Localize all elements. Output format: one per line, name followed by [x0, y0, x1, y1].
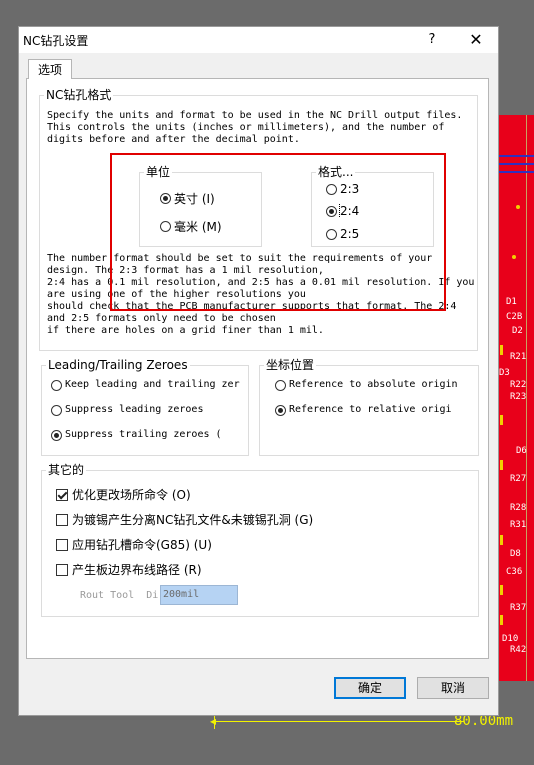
- pcb-label: D6: [516, 446, 527, 456]
- units-mm-radio[interactable]: 毫米 (M): [160, 218, 222, 235]
- pcb-label: C36: [506, 567, 523, 577]
- pcb-via: [512, 255, 516, 259]
- checkbox-label: 优化更改场所命令 (O): [72, 488, 191, 502]
- slot-command-checkbox[interactable]: 应用钻孔槽命令(G85) (U): [56, 536, 212, 553]
- radio-label: Suppress leading zeroes: [65, 404, 204, 415]
- pcb-label: D3: [499, 368, 510, 378]
- checkbox-box-icon: [56, 488, 68, 501]
- coordinate-group: 坐标位置 Reference to absolute origin Refere…: [259, 357, 479, 456]
- other-group: 其它的 优化更改场所命令 (O) 为镀锡产生分离NC钻孔文件&未镀锡孔洞 (G)…: [41, 462, 479, 617]
- pcb-label: R42: [510, 645, 527, 655]
- pcb-pad: [500, 615, 503, 625]
- radio-circle-icon: [51, 429, 62, 441]
- pcb-label: D1: [506, 297, 517, 307]
- format-group: 格式... 2:3 2:4 2:5: [311, 164, 434, 247]
- pcb-label: R27: [510, 474, 527, 484]
- dimension-rule: [216, 721, 464, 722]
- radio-circle-icon: [275, 379, 286, 391]
- format-description: Specify the units and format to be used …: [47, 110, 463, 145]
- radio-label: Suppress trailing zeroes (: [65, 429, 222, 440]
- options-tab-page: NC钻孔格式 Specify the units and format to b…: [26, 78, 489, 659]
- pcb-label: R31: [510, 520, 527, 530]
- relative-origin-radio[interactable]: Reference to relative origi: [275, 404, 475, 416]
- title-bar: NC钻孔设置 ? ✕: [19, 27, 498, 53]
- radio-circle-icon: [326, 228, 337, 240]
- pcb-label: D10: [502, 634, 519, 644]
- radio-label: Keep leading and trailing zer: [65, 379, 240, 390]
- radio-label: 英寸 (I): [174, 192, 215, 206]
- checkbox-box-icon: [56, 563, 68, 576]
- radio-circle-icon: [275, 404, 286, 416]
- pcb-label: R28: [510, 503, 527, 513]
- radio-label: Reference to relative origi: [289, 404, 452, 415]
- pcb-pad: [500, 345, 503, 355]
- pcb-label: D8: [510, 549, 521, 559]
- radio-label: 毫米 (M): [174, 220, 222, 234]
- pcb-canvas-fragment: D1 C2B D2 R21 D3 R22 R23 D6 R27 R28 R31 …: [498, 115, 534, 681]
- board-edge-rout-checkbox[interactable]: 产生板边界布线路径 (R): [56, 561, 202, 578]
- optimize-location-checkbox[interactable]: 优化更改场所命令 (O): [56, 486, 191, 503]
- rout-tool-label: Rout Tool Di:: [80, 590, 165, 601]
- group-title: 其它的: [46, 462, 87, 478]
- nc-drill-format-group: NC钻孔格式 Specify the units and format to b…: [39, 87, 478, 351]
- pcb-via: [516, 205, 520, 209]
- format-note: The number format should be set to suit …: [47, 253, 475, 336]
- suppress-leading-radio[interactable]: Suppress leading zeroes: [51, 404, 241, 416]
- radio-circle-icon: [326, 183, 337, 195]
- cancel-button[interactable]: 取消: [417, 677, 489, 699]
- group-title: 单位: [144, 164, 173, 180]
- absolute-origin-radio[interactable]: Reference to absolute origin: [275, 379, 475, 391]
- group-title: 格式...: [316, 164, 356, 180]
- separate-plated-checkbox[interactable]: 为镀锡产生分离NC钻孔文件&未镀锡孔洞 (G): [56, 511, 313, 528]
- pcb-pad: [500, 535, 503, 545]
- pcb-label: R22: [510, 380, 527, 390]
- help-button[interactable]: ?: [421, 30, 443, 50]
- checkbox-label: 产生板边界布线路径 (R): [72, 563, 202, 577]
- radio-circle-icon: [160, 221, 171, 232]
- format-2-4-radio[interactable]: 2:4: [326, 204, 360, 218]
- radio-circle-icon: [160, 193, 171, 204]
- checkbox-label: 应用钻孔槽命令(G85) (U): [72, 538, 212, 552]
- group-title: Leading/Trailing Zeroes: [46, 357, 190, 373]
- pcb-pad: [500, 460, 503, 470]
- pcb-label: R21: [510, 352, 527, 362]
- radio-circle-icon: [51, 379, 62, 391]
- tab-options[interactable]: 选项: [28, 59, 72, 79]
- group-title: 坐标位置: [264, 357, 317, 373]
- pcb-label: D2: [512, 326, 523, 336]
- close-button[interactable]: ✕: [464, 30, 488, 50]
- suppress-trailing-radio[interactable]: Suppress trailing zeroes (: [51, 429, 241, 441]
- radio-circle-icon: [326, 205, 337, 217]
- dimension-line: ◂ 80.00mm: [210, 713, 534, 729]
- pcb-label: C2B: [506, 312, 523, 322]
- ok-button[interactable]: 确定: [334, 677, 406, 699]
- window-title: NC钻孔设置: [23, 34, 89, 48]
- pcb-pad: [500, 415, 503, 425]
- units-group: 单位 英寸 (I) 毫米 (M): [139, 164, 262, 247]
- pcb-track: [498, 171, 534, 173]
- rout-tool-diameter-input[interactable]: 200mil: [160, 585, 238, 605]
- zeroes-group: Leading/Trailing Zeroes Keep leading and…: [41, 357, 249, 456]
- pcb-label: R37: [510, 603, 527, 613]
- radio-label: 2:5: [340, 227, 360, 241]
- units-inch-radio[interactable]: 英寸 (I): [160, 190, 215, 207]
- pcb-track: [498, 155, 534, 157]
- radio-label: 2:3: [340, 182, 360, 196]
- pcb-label: R23: [510, 392, 527, 402]
- format-2-5-radio[interactable]: 2:5: [326, 227, 359, 241]
- group-title: NC钻孔格式: [44, 87, 114, 103]
- pcb-track: [498, 163, 534, 165]
- format-2-3-radio[interactable]: 2:3: [326, 182, 359, 196]
- checkbox-label: 为镀锡产生分离NC钻孔文件&未镀锡孔洞 (G): [72, 513, 314, 527]
- checkbox-box-icon: [56, 513, 68, 526]
- keep-zeroes-radio[interactable]: Keep leading and trailing zer: [51, 379, 241, 391]
- radio-label: 2:4: [338, 204, 360, 218]
- pcb-pad: [500, 585, 503, 595]
- radio-circle-icon: [51, 404, 62, 416]
- nc-drill-settings-dialog: NC钻孔设置 ? ✕ 选项 NC钻孔格式 Specify the units a…: [18, 26, 499, 716]
- radio-label: Reference to absolute origin: [289, 379, 458, 390]
- checkbox-box-icon: [56, 538, 68, 551]
